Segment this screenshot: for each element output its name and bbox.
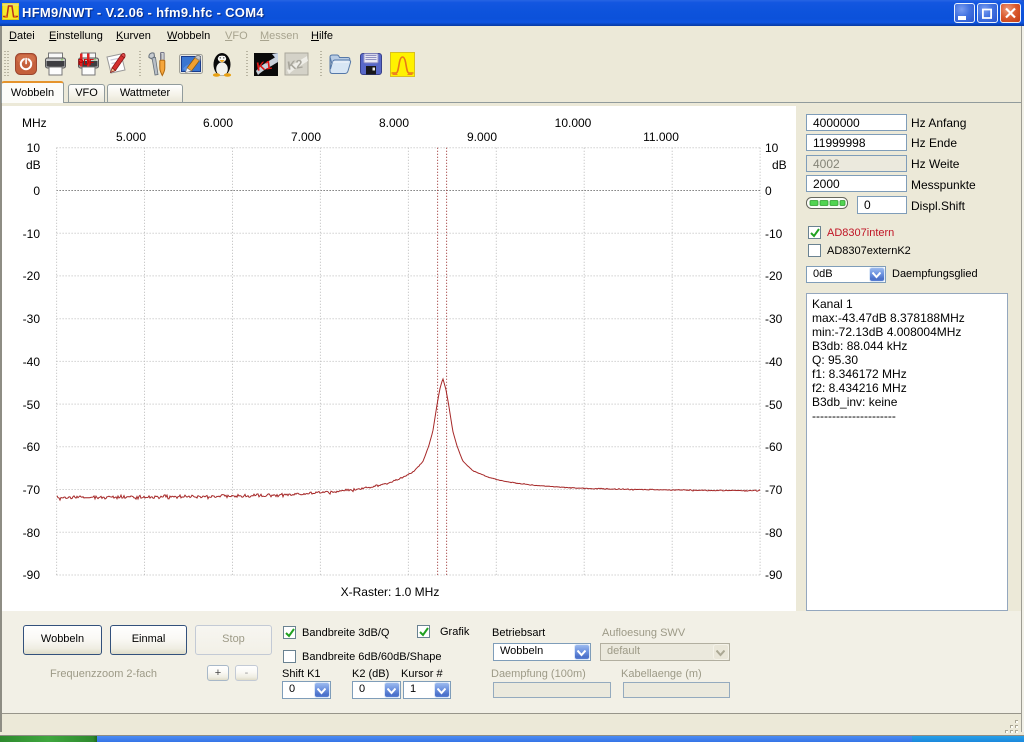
svg-text:K1: K1: [255, 58, 272, 74]
svg-text:PDF: PDF: [78, 58, 94, 67]
svg-text:K2: K2: [286, 57, 303, 73]
